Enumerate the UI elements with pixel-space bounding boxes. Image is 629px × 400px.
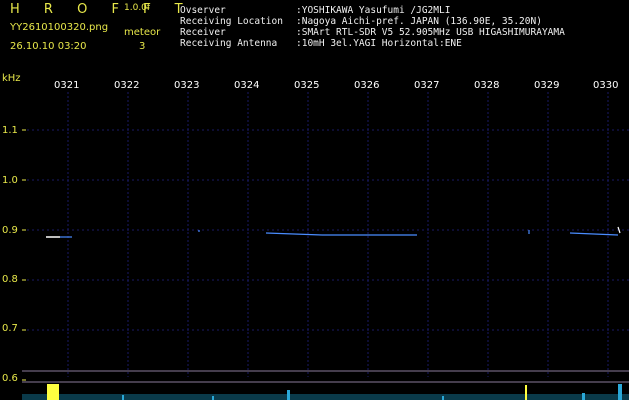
signal-traces	[46, 226, 621, 238]
app-brand: H R O F F T	[10, 2, 193, 17]
time-label: 0326	[354, 80, 380, 91]
time-label: 0323	[174, 80, 200, 91]
time-label: 0325	[294, 80, 320, 91]
info-row-location: Receiving Location:Nagoya Aichi-pref. JA…	[180, 16, 542, 27]
power-band	[22, 370, 629, 400]
info-row-observer: Ovserver:YOSHIKAWA Yasufumi /JG2MLI	[180, 5, 451, 16]
freq-label: 0.9	[2, 225, 18, 236]
freq-label: 0.6	[2, 373, 18, 384]
time-label: 0328	[474, 80, 500, 91]
timestamp: 26.10.10 03:20	[10, 41, 87, 52]
meteor-count: 3	[139, 41, 146, 52]
time-label: 0324	[234, 80, 260, 91]
header: H R O F F T 1.0.0f YY2610100320.png 26.1…	[0, 0, 629, 70]
time-label: 0327	[414, 80, 440, 91]
freq-label: 1.0	[2, 175, 18, 186]
meteor-label: meteor	[124, 27, 161, 38]
meteor-burst	[47, 384, 59, 400]
grid-horizontal	[22, 129, 629, 331]
info-row-antenna: Receiving Antenna:10mH 3el.YAGI Horizont…	[180, 38, 462, 49]
y-ticks	[22, 129, 26, 381]
y-unit-label: kHz	[2, 73, 21, 84]
station-info: Ovserver:YOSHIKAWA Yasufumi /JG2MLI Rece…	[180, 5, 565, 49]
time-label: 0322	[114, 80, 140, 91]
freq-label: 1.1	[2, 125, 18, 136]
time-label: 0330	[593, 80, 619, 91]
freq-label: 0.8	[2, 274, 18, 285]
app-version: 1.0.0f	[124, 3, 151, 13]
time-label: 0321	[54, 80, 80, 91]
spectrogram	[22, 92, 629, 400]
time-label: 0329	[534, 80, 560, 91]
info-row-receiver: Receiver:SMArt RTL-SDR V5 52.905MHz USB …	[180, 27, 565, 38]
file-name: YY2610100320.png	[10, 22, 109, 33]
freq-label: 0.7	[2, 323, 18, 334]
